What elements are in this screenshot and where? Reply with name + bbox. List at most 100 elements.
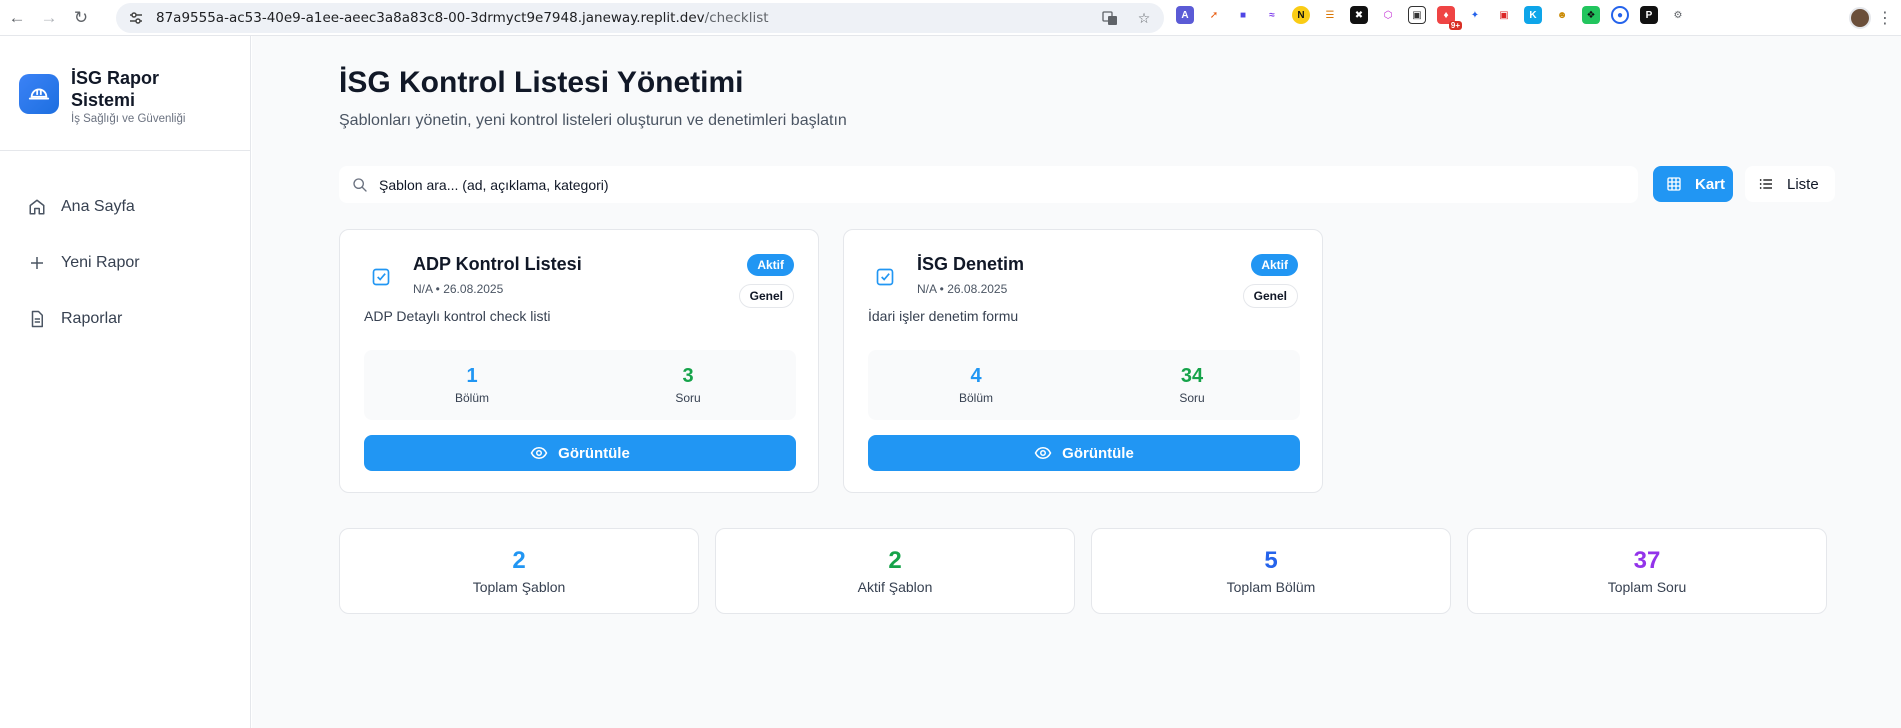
extension-n-icon[interactable]: N: [1292, 6, 1310, 24]
url-host: 87a9555a-ac53-40e9-a1ee-aeec3a8a83c8-00-…: [156, 10, 705, 26]
extension-robot-icon[interactable]: ■: [1234, 6, 1252, 24]
card-description: ADP Detaylı kontrol check listi: [364, 308, 551, 324]
forward-icon[interactable]: →: [34, 3, 64, 33]
extension-gift-icon[interactable]: ♦ 9+: [1437, 6, 1462, 30]
card-stats: 4 Bölüm 34 Soru: [868, 350, 1300, 420]
summary-total-templates: 2 Toplam Şablon: [339, 528, 699, 614]
home-icon: [27, 197, 47, 217]
search-box: [339, 166, 1638, 203]
reload-icon[interactable]: ↻: [66, 3, 96, 33]
page-title: İSG Kontrol Listesi Yönetimi: [339, 66, 744, 99]
card-stats: 1 Bölüm 3 Soru: [364, 350, 796, 420]
summary-label: Aktif Şablon: [857, 579, 933, 595]
sidebar: İSG Rapor Sistemi İş Sağlığı ve Güvenliğ…: [0, 36, 251, 728]
summary-label: Toplam Soru: [1607, 579, 1687, 595]
extension-k-icon[interactable]: K: [1524, 6, 1542, 24]
extension-lock-icon[interactable]: ▣: [1495, 6, 1513, 24]
profile-avatar[interactable]: [1849, 7, 1871, 29]
eye-icon: [1034, 444, 1052, 462]
extensions-puzzle-icon[interactable]: ⚙: [1669, 6, 1687, 24]
view-template-label: Görüntüle: [1062, 444, 1134, 462]
view-template-label: Görüntüle: [558, 444, 630, 462]
template-card: ADP Kontrol Listesi N/A • 26.08.2025 ADP…: [339, 229, 819, 493]
main-content: İSG Kontrol Listesi Yönetimi Şablonları …: [252, 36, 1901, 728]
url-path: /checklist: [704, 10, 769, 26]
list-icon: [1757, 175, 1775, 193]
bookmark-star-icon[interactable]: ☆: [1134, 8, 1154, 28]
extension-a-icon[interactable]: A: [1176, 6, 1194, 24]
status-badge: Aktif: [747, 254, 794, 276]
view-card-label: Kart: [1695, 175, 1726, 193]
checkbox-icon: [875, 267, 895, 287]
extension-bird-icon[interactable]: ✦: [1466, 6, 1484, 24]
view-card-button[interactable]: Kart: [1653, 166, 1733, 202]
sidebar-item-raporlar[interactable]: Raporlar: [0, 291, 250, 347]
summary-total-questions: 37 Toplam Soru: [1467, 528, 1827, 614]
view-template-button[interactable]: Görüntüle: [364, 435, 796, 471]
sidebar-item-label: Raporlar: [61, 310, 123, 327]
sidebar-item-label: Yeni Rapor: [61, 254, 140, 271]
grid-icon: [1665, 175, 1683, 193]
back-icon[interactable]: ←: [2, 3, 32, 33]
extension-arrow-icon[interactable]: ➚: [1205, 6, 1223, 24]
site-settings-icon[interactable]: [126, 11, 146, 25]
checkbox-icon: [371, 267, 391, 287]
section-count-label: Bölüm: [454, 391, 489, 405]
browser-menu-icon[interactable]: ⋮: [1877, 8, 1893, 28]
document-icon: [27, 309, 47, 329]
section-count-value: 4: [970, 365, 982, 387]
summary-value: 2: [512, 547, 526, 574]
card-meta: N/A • 26.08.2025: [413, 282, 504, 296]
card-title: ADP Kontrol Listesi: [413, 254, 582, 274]
summary-label: Toplam Bölüm: [1226, 579, 1316, 595]
summary-value: 37: [1633, 547, 1661, 574]
sidebar-item-yeni-rapor[interactable]: Yeni Rapor: [0, 235, 250, 291]
eye-icon: [530, 444, 548, 462]
extension-grid-icon[interactable]: ❖: [1582, 6, 1600, 24]
summary-label: Toplam Şablon: [472, 579, 566, 595]
template-card: İSG Denetim N/A • 26.08.2025 İdari işler…: [843, 229, 1323, 493]
card-title: İSG Denetim: [917, 254, 1025, 274]
address-bar[interactable]: 87a9555a-ac53-40e9-a1ee-aeec3a8a83c8-00-…: [116, 3, 1164, 33]
sidebar-item-label: Ana Sayfa: [61, 198, 135, 215]
summary-total-sections: 5 Toplam Bölüm: [1091, 528, 1451, 614]
extension-stripe-icon[interactable]: ☰: [1321, 6, 1339, 24]
question-count-value: 34: [1180, 365, 1204, 387]
app-subtitle: İş Sağlığı ve Güvenliği: [71, 113, 186, 125]
summary-value: 5: [1264, 547, 1278, 574]
section-count: 4 Bölüm: [868, 350, 1084, 420]
extension-face-icon[interactable]: ☻: [1553, 6, 1571, 24]
section-count: 1 Bölüm: [364, 350, 580, 420]
brand: İSG Rapor Sistemi İş Sağlığı ve Güvenliğ…: [0, 36, 250, 151]
extensions-bar: A ➚ ■ ≈ N ☰ ✖ ⬡ ▣ ♦ 9+ ✦ ▣ K ☻ ❖ ● P ⚙: [1176, 6, 1687, 30]
question-count-label: Soru: [675, 391, 701, 405]
extension-p-icon[interactable]: P: [1640, 6, 1658, 24]
search-input[interactable]: [379, 176, 1579, 193]
browser-toolbar: ← → ↻ 87a9555a-ac53-40e9-a1ee-aeec3a8a83…: [0, 0, 1901, 36]
section-count-label: Bölüm: [958, 391, 993, 405]
card-meta: N/A • 26.08.2025: [917, 282, 1008, 296]
extension-image-icon[interactable]: ▣: [1408, 6, 1426, 24]
summary-value: 2: [888, 547, 902, 574]
extension-wave-icon[interactable]: ≈: [1263, 6, 1281, 24]
view-list-label: Liste: [1787, 175, 1819, 193]
hard-hat-icon: [19, 74, 59, 114]
extension-badge: 9+: [1448, 21, 1462, 30]
view-list-button[interactable]: Liste: [1745, 166, 1835, 202]
sidebar-item-ana-sayfa[interactable]: Ana Sayfa: [0, 179, 250, 235]
search-icon: [351, 176, 369, 194]
question-count: 3 Soru: [580, 350, 796, 420]
page-subtitle: Şablonları yönetin, yeni kontrol listele…: [339, 112, 847, 129]
url-text: 87a9555a-ac53-40e9-a1ee-aeec3a8a83c8-00-…: [156, 10, 769, 26]
extension-circle-icon[interactable]: ●: [1611, 6, 1629, 24]
extension-x-icon[interactable]: ✖: [1350, 6, 1368, 24]
view-template-button[interactable]: Görüntüle: [868, 435, 1300, 471]
summary-active-templates: 2 Aktif Şablon: [715, 528, 1075, 614]
question-count-label: Soru: [1179, 391, 1205, 405]
app-title: İSG Rapor Sistemi: [71, 68, 160, 110]
sidebar-menu: Ana Sayfa Yeni Rapor Raporlar: [0, 151, 250, 347]
translate-icon[interactable]: [1100, 8, 1120, 28]
status-badge: Aktif: [1251, 254, 1298, 276]
extension-hex-icon[interactable]: ⬡: [1379, 6, 1397, 24]
section-count-value: 1: [466, 365, 478, 387]
